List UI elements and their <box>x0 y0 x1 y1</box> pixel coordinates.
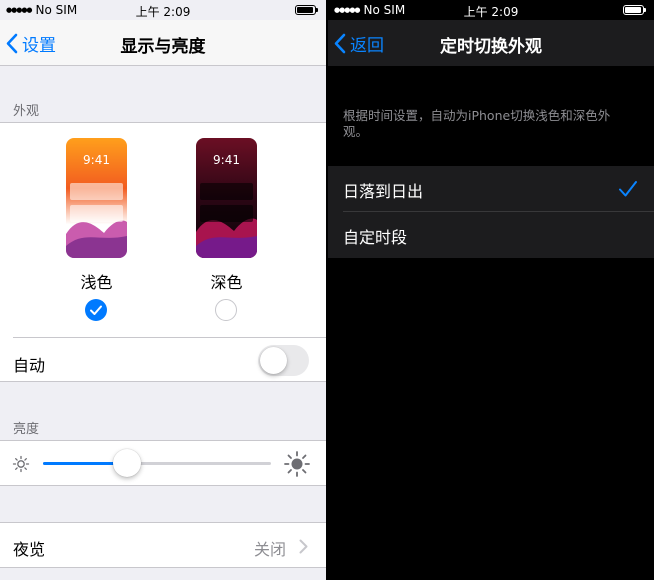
dark-mode-preview[interactable]: 9:41 <box>196 138 257 258</box>
dark-mode-radio[interactable] <box>215 299 237 321</box>
check-icon <box>619 181 637 197</box>
night-shift-label: 夜览 <box>13 540 46 559</box>
navigation-bar: 设置 显示与亮度 <box>0 20 326 66</box>
status-time: 上午 2:09 <box>463 5 519 19</box>
appearance-section-header: 外观 <box>13 104 40 119</box>
battery-icon <box>623 5 646 15</box>
preview-clock: 9:41 <box>83 153 110 167</box>
status-bar: ●●●●● No SIM 上午 2:09 <box>0 0 326 20</box>
light-mode-label: 浅色 <box>80 273 113 292</box>
option-sunset-to-sunrise[interactable]: 日落到日出 <box>328 166 654 212</box>
check-icon <box>90 305 102 315</box>
battery-icon <box>295 5 318 15</box>
brightness-slider-thumb[interactable] <box>113 449 142 477</box>
light-mode-preview[interactable]: 9:41 <box>66 138 127 258</box>
light-mode-radio[interactable] <box>85 299 107 321</box>
display-brightness-screen: ●●●●●No SIM 上午 2:09 设置 显示与亮度 外观 9:41 浅色 <box>0 0 326 580</box>
schedule-description: 根据时间设置，自动为iPhone切换浅色和深色外观。 <box>343 108 611 139</box>
schedule-appearance-screen: ●●●●● No SIM 上午 2:09 返回 定时切换外观 根据时间设置，自动为… <box>328 0 654 580</box>
schedule-options-group: 日落到日出 自定时段 <box>328 166 654 258</box>
option-label: 日落到日出 <box>343 182 424 201</box>
back-button[interactable]: 设置 <box>6 31 56 56</box>
option-custom-schedule[interactable]: 自定时段 <box>328 212 654 258</box>
back-button-label: 设置 <box>22 36 56 56</box>
navigation-bar: 返回 定时切换外观 <box>328 20 654 66</box>
chevron-right-icon <box>299 539 308 554</box>
night-shift-row[interactable]: 夜览 关闭 <box>0 522 326 568</box>
back-button-label: 返回 <box>350 36 384 56</box>
chevron-left-icon <box>6 33 18 54</box>
sun-large-icon <box>284 451 310 477</box>
brightness-slider[interactable] <box>43 449 271 477</box>
chevron-left-icon <box>334 33 346 54</box>
auto-toggle[interactable] <box>258 345 309 376</box>
appearance-group: 9:41 浅色 9:41 深色 自动 <box>0 122 326 382</box>
auto-label: 自动 <box>13 356 46 375</box>
sun-small-icon <box>12 455 30 473</box>
status-time: 上午 2:09 <box>135 5 191 19</box>
preview-clock: 9:41 <box>213 153 240 167</box>
dark-mode-label: 深色 <box>210 273 243 292</box>
brightness-group <box>0 440 326 486</box>
back-button[interactable]: 返回 <box>334 31 384 56</box>
brightness-section-header: 亮度 <box>13 422 40 437</box>
status-bar: ●●●●● No SIM 上午 2:09 <box>328 0 654 20</box>
night-shift-value: 关闭 <box>254 540 287 559</box>
option-label: 自定时段 <box>343 228 408 247</box>
